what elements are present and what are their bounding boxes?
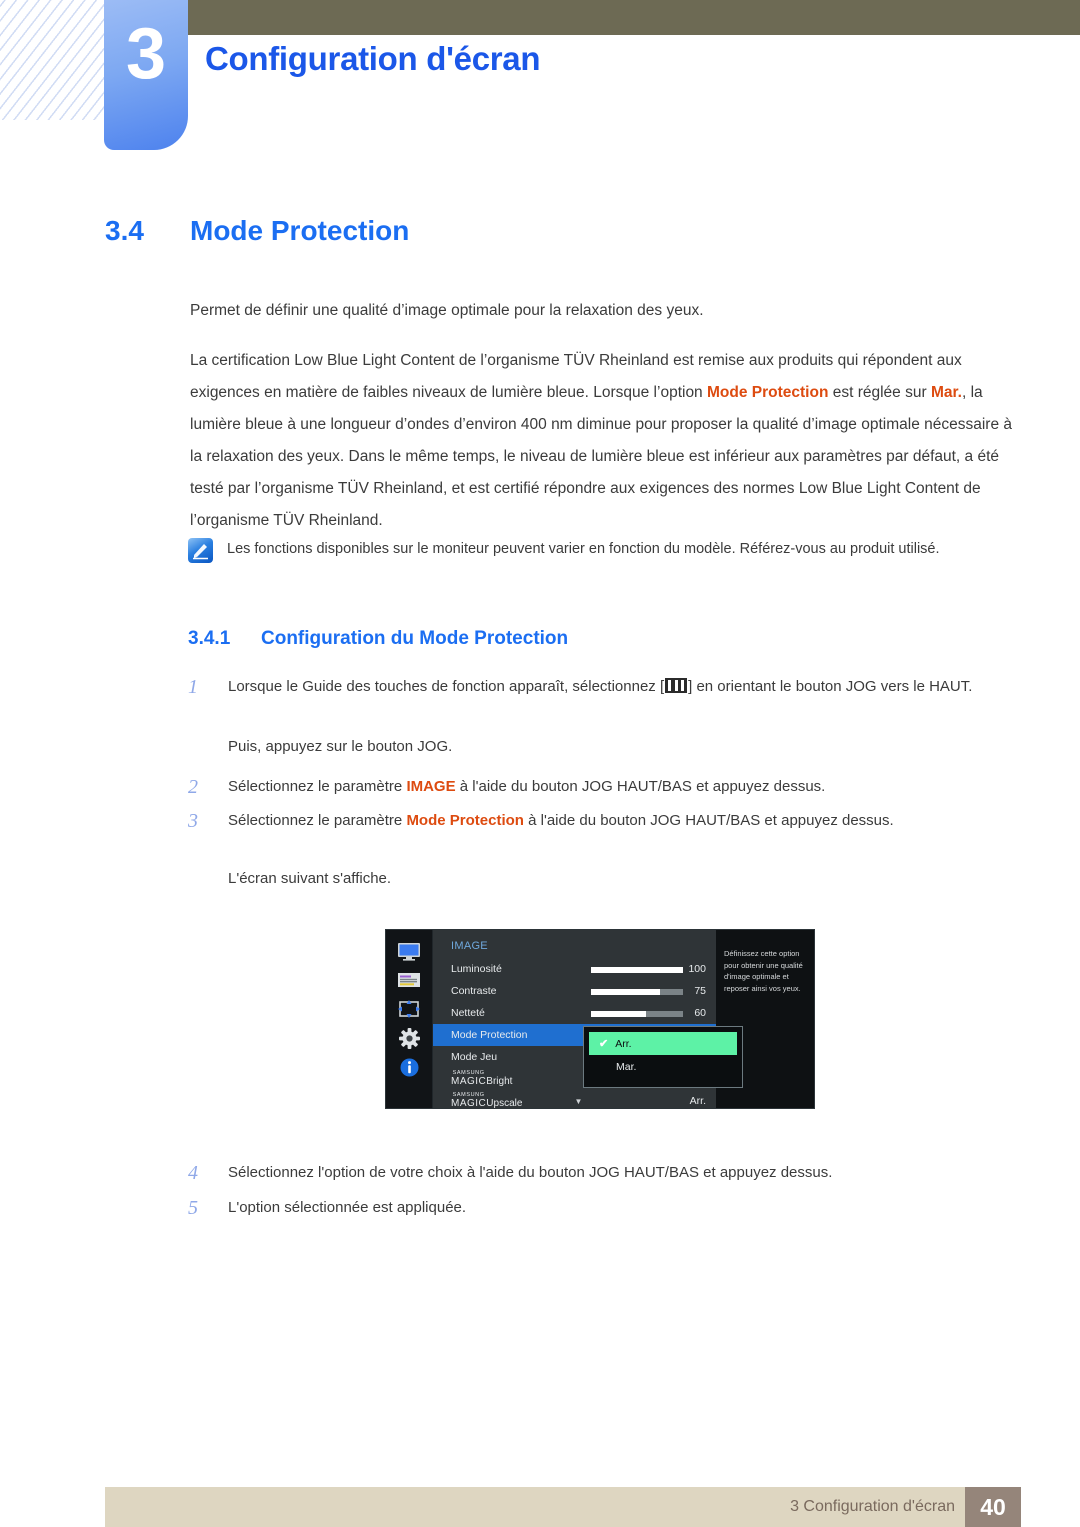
- subsection-heading: 3.4.1 Configuration du Mode Protection: [188, 628, 568, 650]
- step-2-part2: à l'aide du bouton JOG HAUT/BAS et appuy…: [455, 778, 826, 795]
- step-3-followup: L'écran suivant s'affiche.: [228, 870, 392, 887]
- chapter-title: Configuration d'écran: [205, 40, 541, 77]
- step-3-highlight: Mode Protection: [406, 812, 524, 829]
- step-4-number: 4: [188, 1162, 198, 1184]
- footer-page-number: 40: [965, 1487, 1021, 1527]
- step-3-number: 3: [188, 810, 198, 832]
- note-text: Les fonctions disponibles sur le moniteu…: [227, 541, 940, 557]
- magicupscale-suffix: Upscale: [486, 1097, 523, 1109]
- osd-main-panel: IMAGE Luminosité 100 Contraste 75 Nettet…: [433, 930, 743, 1109]
- osd-slider-contraste[interactable]: [591, 989, 683, 995]
- osd-menu-icon[interactable]: [396, 970, 422, 990]
- section-title: Mode Protection: [190, 215, 410, 246]
- magicbright-magic: MAGIC: [451, 1075, 487, 1087]
- gear-icon[interactable]: [396, 1027, 422, 1049]
- certification-paragraph: La certification Low Blue Light Content …: [190, 345, 1025, 537]
- osd-row-nettete[interactable]: Netteté 60: [433, 1002, 716, 1024]
- osd-dropdown-option-mar[interactable]: Mar.: [589, 1055, 737, 1078]
- section-heading: 3.4 Mode Protection: [105, 215, 409, 247]
- step-5: 5 L'option sélectionnée est appliquée.: [188, 1193, 1023, 1223]
- osd-screenshot: IMAGE Luminosité 100 Contraste 75 Nettet…: [385, 929, 815, 1109]
- osd-label-luminosite: Luminosité: [451, 963, 502, 975]
- intro-paragraph: Permet de définir une qualité d’image op…: [190, 302, 704, 319]
- step-1-followup: Puis, appuyez sur le bouton JOG.: [228, 738, 453, 755]
- osd-icon-sidebar: [386, 930, 433, 1108]
- step-1-body: Lorsque le Guide des touches de fonction…: [228, 672, 972, 702]
- osd-label-nettete: Netteté: [451, 1007, 485, 1019]
- step-2-highlight: IMAGE: [406, 778, 456, 795]
- check-icon: ✔: [599, 1038, 609, 1050]
- step-2-number: 2: [188, 776, 198, 798]
- document-page: 3 Configuration d'écran 3.4 Mode Protect…: [0, 0, 1080, 1527]
- step-1-part2: ] en orientant le bouton JOG vers le HAU…: [688, 678, 973, 695]
- magicupscale-magic: MAGIC: [451, 1097, 487, 1109]
- osd-label-magicupscale: SAMSUNG MAGIC Upscale: [451, 1093, 571, 1109]
- footer-text: 3 Configuration d'écran: [790, 1498, 955, 1515]
- osd-dropdown-option-arr-label: Arr.: [615, 1037, 632, 1050]
- pip-move-icon[interactable]: [396, 999, 422, 1019]
- monitor-icon[interactable]: [396, 941, 422, 961]
- osd-dropdown-option-mar-label: Mar.: [616, 1060, 637, 1073]
- magicbright-suffix: Bright: [486, 1075, 513, 1087]
- step-4-body: Sélectionnez l'option de votre choix à l…: [228, 1164, 833, 1181]
- subsection-title: Configuration du Mode Protection: [261, 628, 569, 649]
- osd-value-luminosite: 100: [688, 963, 706, 975]
- osd-label-contraste: Contraste: [451, 985, 497, 997]
- cert-highlight-mode-protection: Mode Protection: [707, 384, 829, 401]
- step-2-body: Sélectionnez le paramètre IMAGE à l'aide…: [228, 772, 825, 802]
- step-4: 4 Sélectionnez l'option de votre choix à…: [188, 1158, 1023, 1188]
- osd-slider-luminosite[interactable]: [591, 967, 683, 973]
- step-1-part1: Lorsque le Guide des touches de fonction…: [228, 678, 665, 695]
- osd-label-magicbright: SAMSUNG MAGIC Bright: [451, 1071, 571, 1087]
- note-block: Les fonctions disponibles sur le moniteu…: [188, 534, 1023, 564]
- note-pencil-icon: [188, 538, 213, 563]
- header-olive-bar: [150, 0, 1080, 35]
- step-2-part1: Sélectionnez le paramètre: [228, 778, 407, 795]
- section-number: 3.4: [105, 215, 144, 246]
- step-5-number: 5: [188, 1197, 198, 1219]
- step-1-number: 1: [188, 676, 198, 698]
- osd-label-mode-jeu: Mode Jeu: [451, 1051, 498, 1063]
- osd-row-contraste[interactable]: Contraste 75: [433, 980, 716, 1002]
- jog-button-icon: [665, 678, 688, 693]
- osd-dropdown-option-arr[interactable]: ✔ Arr.: [589, 1032, 737, 1055]
- cert-highlight-mar: Mar.: [930, 384, 962, 401]
- osd-row-luminosite[interactable]: Luminosité 100: [433, 958, 716, 980]
- step-2: 2 Sélectionnez le paramètre IMAGE à l'ai…: [188, 772, 1023, 802]
- step-3: 3 Sélectionnez le paramètre Mode Protect…: [188, 806, 1023, 836]
- cert-part3: , la lumière bleue à une longueur d’onde…: [190, 384, 1013, 529]
- info-icon[interactable]: [396, 1057, 422, 1077]
- subsection-number: 3.4.1: [188, 628, 231, 649]
- osd-label-mode-protection: Mode Protection: [451, 1029, 528, 1041]
- osd-panel-title: IMAGE: [451, 940, 488, 952]
- step-3-part1: Sélectionnez le paramètre: [228, 812, 407, 829]
- scroll-down-caret-icon[interactable]: ▼: [575, 1097, 583, 1106]
- step-5-body: L'option sélectionnée est appliquée.: [228, 1199, 467, 1216]
- osd-dropdown-mode-protection[interactable]: ✔ Arr. Mar.: [583, 1026, 743, 1088]
- step-3-part2: à l'aide du bouton JOG HAUT/BAS et appuy…: [523, 812, 894, 829]
- osd-value-magicupscale: Arr.: [689, 1095, 706, 1107]
- osd-value-nettete: 60: [694, 1007, 706, 1019]
- step-3-body: Sélectionnez le paramètre Mode Protectio…: [228, 806, 894, 836]
- step-1: 1 Lorsque le Guide des touches de foncti…: [188, 672, 1023, 702]
- chapter-number: 3: [125, 14, 167, 94]
- osd-slider-nettete[interactable]: [591, 1011, 683, 1017]
- cert-part2: est réglée sur: [828, 384, 931, 401]
- osd-value-contraste: 75: [694, 985, 706, 997]
